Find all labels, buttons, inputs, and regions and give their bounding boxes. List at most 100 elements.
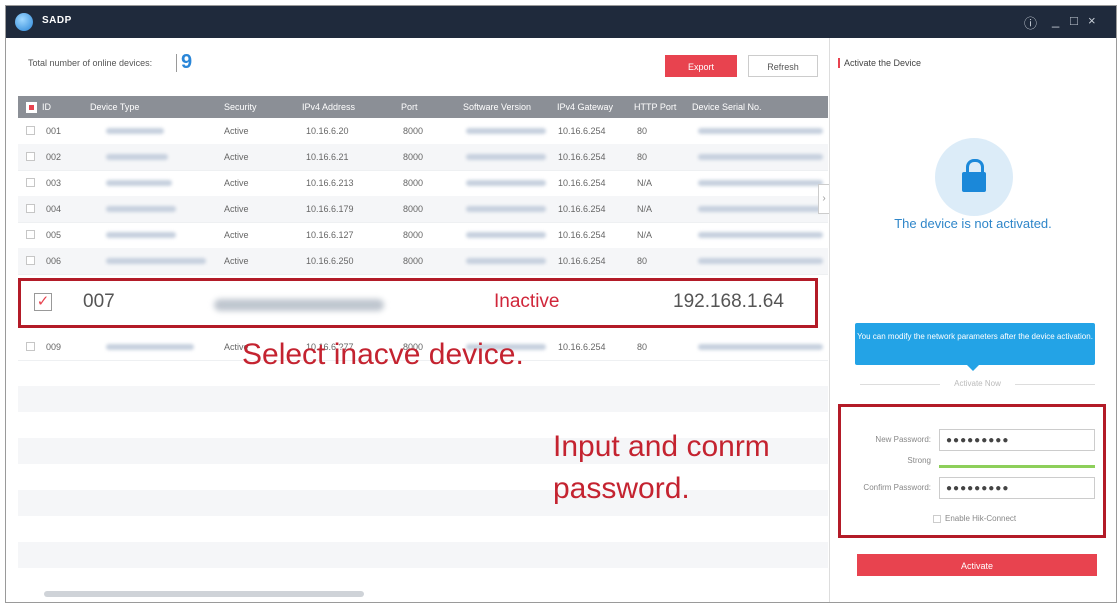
cell-id: 006 [46, 256, 62, 266]
cell-security: Active [224, 178, 249, 188]
activate-now-label: Activate Now [954, 379, 1001, 388]
header-serial-no[interactable]: Device Serial No. [692, 102, 762, 112]
cell-port: 8000 [403, 126, 424, 136]
header-port[interactable]: Port [401, 102, 418, 112]
password-strength-bar [939, 465, 1095, 468]
cell-port: 8000 [403, 178, 424, 188]
hik-connect-checkbox[interactable] [933, 515, 941, 523]
export-button[interactable]: Export [665, 55, 737, 77]
cell-gateway: 10.16.6.254 [558, 152, 606, 162]
row-checkbox[interactable] [26, 178, 35, 187]
maximize-button[interactable]: □ [1070, 13, 1078, 28]
header-software-version[interactable]: Software Version [463, 102, 531, 112]
cell-security: Active [224, 152, 249, 162]
cell-id: 003 [46, 178, 62, 188]
close-button[interactable]: × [1088, 13, 1096, 28]
divider [860, 384, 940, 385]
blurred-software-version [466, 154, 546, 160]
refresh-button[interactable]: Refresh [748, 55, 818, 77]
row-checkbox[interactable] [26, 152, 35, 161]
empty-row [18, 542, 828, 568]
total-devices-count: 9 [181, 51, 193, 73]
cell-ip: 10.16.6.179 [306, 204, 354, 214]
cell-id: 002 [46, 152, 62, 162]
cell-gateway: 10.16.6.254 [558, 256, 606, 266]
header-http-port[interactable]: HTTP Port [634, 102, 676, 112]
device-list-panel: Total number of online devices: 9 Export… [18, 38, 828, 602]
cell-security: Active [224, 126, 249, 136]
blurred-serial [698, 344, 823, 350]
blurred-serial [698, 180, 823, 186]
checked-checkbox-icon[interactable]: ✓ [34, 293, 52, 311]
row-checkbox[interactable] [26, 204, 35, 213]
selected-device-status: Inactive [494, 291, 560, 312]
title-bar: SADP ⓘ _ □ × [6, 6, 1116, 38]
blurred-software-version [466, 128, 546, 134]
cell-security: Active [224, 204, 249, 214]
header-device-type[interactable]: Device Type [90, 102, 139, 112]
cell-gateway: 10.16.6.254 [558, 178, 606, 188]
cell-ip: 10.16.6.213 [306, 178, 354, 188]
blurred-device-type [106, 206, 176, 212]
new-password-field[interactable] [939, 429, 1095, 451]
cell-http-port: 80 [637, 256, 648, 266]
instruction-select-device: Select inacve device. [242, 338, 524, 371]
scrollbar-thumb[interactable] [44, 591, 364, 597]
blurred-software-version [466, 258, 546, 264]
cell-security: Active [224, 230, 249, 240]
table-row[interactable]: 004 Active 10.16.6.179 8000 10.16.6.254 … [18, 196, 828, 223]
horizontal-scrollbar[interactable] [28, 590, 828, 598]
tooltip-message: You can modify the network parameters af… [855, 323, 1095, 371]
lock-body [962, 172, 986, 192]
blurred-device-type [106, 154, 168, 160]
cell-gateway: 10.16.6.254 [558, 126, 606, 136]
header-ipv4-gateway[interactable]: IPv4 Gateway [557, 102, 613, 112]
table-row[interactable]: 003 Active 10.16.6.213 8000 10.16.6.254 … [18, 170, 828, 197]
cell-ip: 10.16.6.127 [306, 230, 354, 240]
not-activated-message: The device is not activated. [894, 216, 1052, 231]
table-row[interactable]: 001 Active 10.16.6.20 8000 10.16.6.254 8… [18, 118, 828, 145]
row-checkbox[interactable] [26, 256, 35, 265]
select-all-checkbox[interactable] [26, 102, 37, 113]
cell-id: 004 [46, 204, 62, 214]
activate-device-panel: Activate the Device The device is not ac… [829, 38, 1116, 602]
header-ipv4-address[interactable]: IPv4 Address [302, 102, 355, 112]
selected-device-ip: 192.168.1.64 [673, 291, 784, 312]
header-id[interactable]: ID [42, 102, 51, 112]
sadp-window: SADP ⓘ _ □ × Total number of online devi… [5, 5, 1117, 603]
info-icon[interactable]: ⓘ [1024, 13, 1037, 32]
minimize-button[interactable]: _ [1052, 13, 1059, 28]
app-title: SADP [42, 15, 72, 26]
table-row[interactable]: 002 Active 10.16.6.21 8000 10.16.6.254 8… [18, 144, 828, 171]
selected-inactive-device-row[interactable]: ✓ 007 Inactive 192.168.1.64 [18, 278, 818, 328]
blurred-software-version [466, 232, 546, 238]
password-form: New Password: Strong Confirm Password: E… [838, 404, 1106, 538]
cell-http-port: 80 [637, 152, 648, 162]
strength-label: Strong [907, 456, 931, 465]
row-checkbox[interactable] [26, 230, 35, 239]
blurred-software-version [466, 180, 546, 186]
lock-icon [935, 138, 1013, 216]
blurred-device-type [106, 258, 206, 264]
cell-gateway: 10.16.6.254 [558, 342, 606, 352]
cell-ip: 10.16.6.20 [306, 126, 349, 136]
cell-http-port: 80 [637, 342, 648, 352]
blurred-serial [698, 258, 823, 264]
cell-http-port: N/A [637, 230, 653, 240]
row-checkbox[interactable] [26, 126, 35, 135]
activate-button[interactable]: Activate [857, 554, 1097, 576]
blurred-device-type [106, 232, 176, 238]
confirm-password-field[interactable] [939, 477, 1095, 499]
blurred-device-type [106, 344, 194, 350]
cell-http-port: N/A [637, 204, 653, 214]
blurred-device-type [106, 128, 164, 134]
header-security[interactable]: Security [224, 102, 257, 112]
row-checkbox[interactable] [26, 342, 35, 351]
cell-gateway: 10.16.6.254 [558, 230, 606, 240]
blurred-serial [698, 154, 823, 160]
blurred-serial [698, 128, 823, 134]
new-password-label: New Password: [875, 435, 931, 444]
cell-gateway: 10.16.6.254 [558, 204, 606, 214]
table-row[interactable]: 005 Active 10.16.6.127 8000 10.16.6.254 … [18, 222, 828, 249]
table-row[interactable]: 006 Active 10.16.6.250 8000 10.16.6.254 … [18, 248, 828, 275]
